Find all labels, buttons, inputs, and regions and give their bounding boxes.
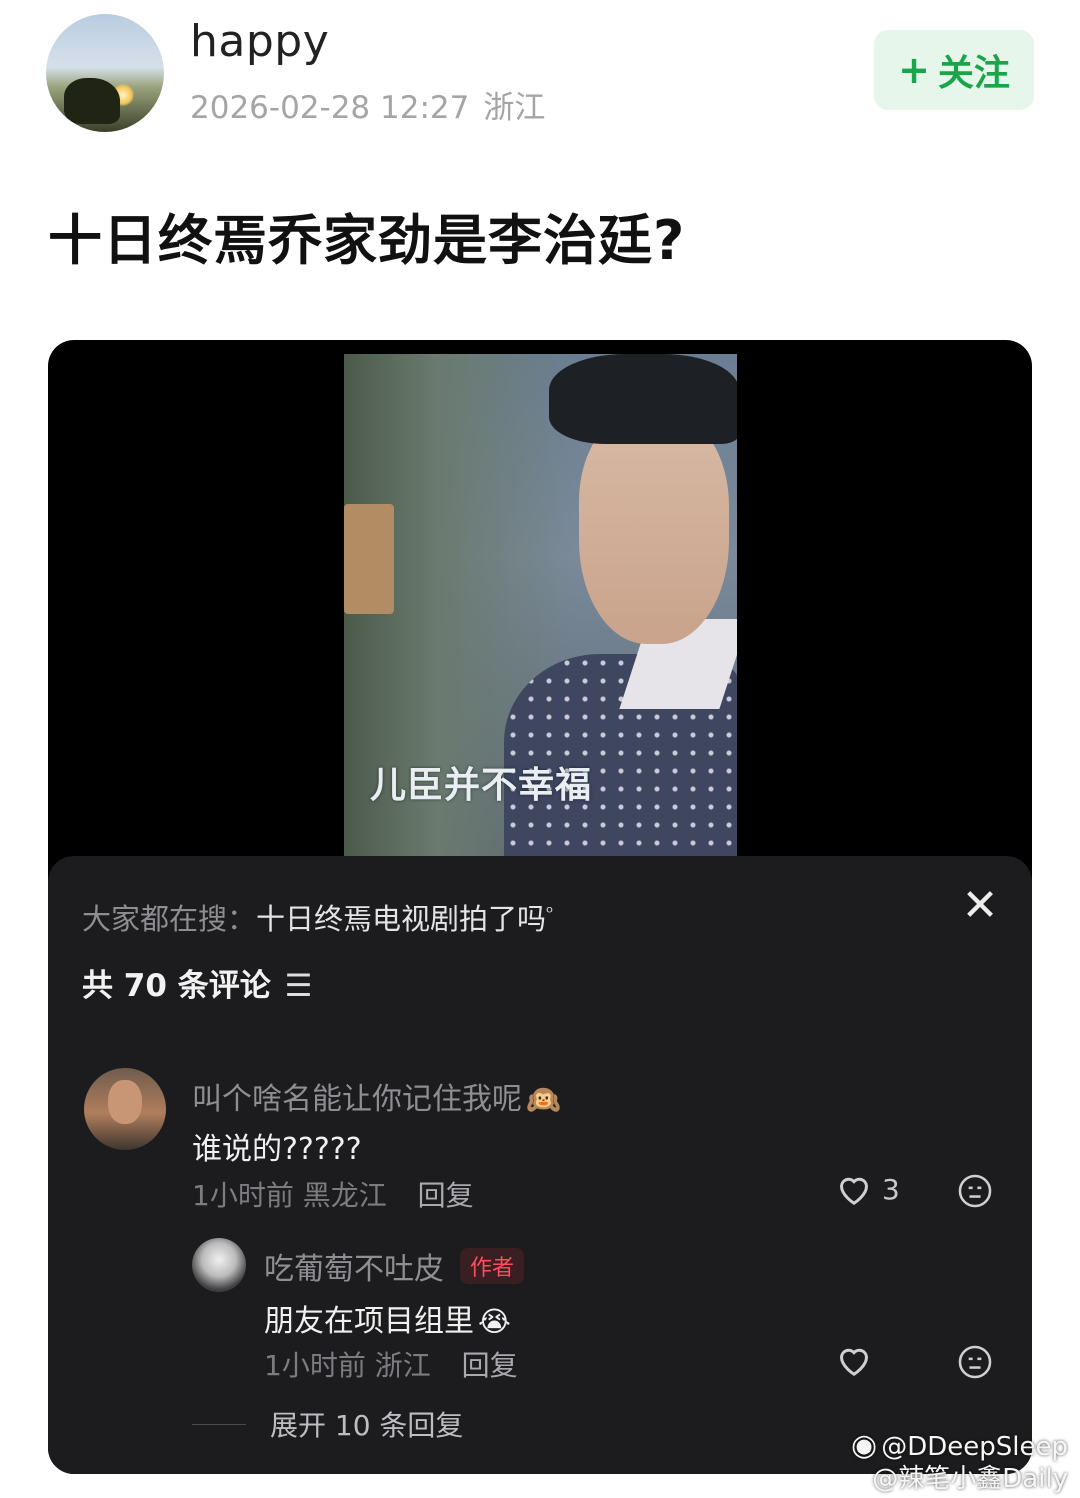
like-count: 3: [882, 1172, 900, 1206]
comment-author-name: 叫个啥名能让你记住我呢: [192, 1082, 522, 1117]
heart-icon: [839, 1177, 869, 1205]
trending-search-keyword: 十日终焉电视剧拍了吗: [256, 902, 547, 936]
comment-count-label: 共 70 条评论: [82, 968, 271, 1004]
comment-meta: 1小时前 黑龙江 回复: [192, 1174, 474, 1214]
comment-text: 谁说的?????: [192, 1132, 362, 1167]
post-location: 浙江: [483, 90, 546, 126]
expand-divider: [192, 1423, 246, 1425]
comment-location: 黑龙江: [302, 1179, 387, 1212]
comment-author[interactable]: 叫个啥名能让你记住我呢 🙉: [192, 1074, 561, 1118]
post-timestamp: 2026-02-28 12:27: [190, 90, 470, 126]
close-icon[interactable]: ✕: [958, 884, 1002, 928]
post-page: happy 2026-02-28 12:27 浙江 + 关注 十日终焉乔家劲是李治…: [0, 0, 1080, 1498]
watermark-line-1: ◉ @DDeepSleep: [851, 1430, 1068, 1463]
follow-label: 关注: [937, 53, 1010, 94]
weibo-logo-icon: ◉: [851, 1428, 878, 1463]
reply-author-name: 吃葡萄不吐皮: [264, 1252, 444, 1287]
post-title: 十日终焉乔家劲是李治廷?: [48, 209, 686, 272]
video-hair: [549, 354, 737, 444]
comment-avatar[interactable]: [84, 1068, 166, 1150]
trending-search[interactable]: 大家都在搜：十日终焉电视剧拍了吗ᵒ: [82, 896, 553, 938]
trending-search-prefix: 大家都在搜：: [82, 902, 257, 936]
reply-button[interactable]: 回复: [418, 1179, 474, 1212]
reply-button[interactable]: 回复: [462, 1349, 518, 1382]
reply-avatar[interactable]: [192, 1238, 246, 1292]
search-icon: ᵒ: [546, 902, 554, 924]
follow-button[interactable]: + 关注: [874, 30, 1034, 110]
watermark-handle-2: @辣笔小鑫Daily: [872, 1464, 1068, 1494]
expand-replies-label: 展开 10 条回复: [270, 1409, 464, 1442]
reply-time: 1小时前: [264, 1349, 366, 1382]
reply-text-emoji: 😭: [478, 1305, 511, 1338]
dislike-face-icon[interactable]: [956, 1172, 994, 1210]
author-avatar[interactable]: [46, 14, 164, 132]
dislike-face-icon[interactable]: [956, 1343, 994, 1381]
video-face: [579, 414, 729, 644]
like-button[interactable]: [834, 1340, 874, 1380]
video-subtitle: 儿臣并不幸福: [370, 765, 593, 806]
comment-author-emoji: 🙉: [526, 1083, 561, 1116]
plus-icon: +: [898, 48, 930, 92]
video-player[interactable]: 儿臣并不幸福: [344, 354, 737, 860]
post-meta: 2026-02-28 12:27 浙江: [190, 82, 545, 127]
watermark: ◉ @DDeepSleep @辣笔小鑫Daily: [851, 1430, 1068, 1495]
comment-count[interactable]: 共 70 条评论 ☰: [82, 960, 312, 1005]
comment-time: 1小时前: [192, 1179, 294, 1212]
comments-panel: 大家都在搜：十日终焉电视剧拍了吗ᵒ ✕ 共 70 条评论 ☰ 叫个啥名能让你记住…: [48, 856, 1032, 1474]
reply-text-row: 朋友在项目组里 😭: [264, 1296, 511, 1340]
reply-author[interactable]: 吃葡萄不吐皮 作者: [264, 1244, 525, 1288]
avatar-tree-decor: [64, 78, 120, 124]
video-lantern-decor: [344, 504, 394, 614]
heart-icon: [839, 1348, 869, 1376]
reply-meta: 1小时前 浙江 回复: [264, 1344, 518, 1384]
reply-text: 朋友在项目组里: [264, 1304, 474, 1339]
author-badge: 作者: [460, 1248, 525, 1284]
watermark-handle-1: @DDeepSleep: [881, 1432, 1068, 1462]
like-button[interactable]: 3: [834, 1169, 900, 1209]
reply-location: 浙江: [374, 1349, 431, 1382]
expand-replies[interactable]: 展开 10 条回复: [192, 1404, 463, 1444]
media-card: 儿臣并不幸福 大家都在搜：十日终焉电视剧拍了吗ᵒ ✕ 共 70 条评论 ☰ 叫个…: [48, 340, 1032, 1474]
filter-icon: ☰: [274, 968, 313, 1004]
author-name[interactable]: happy: [190, 16, 329, 67]
